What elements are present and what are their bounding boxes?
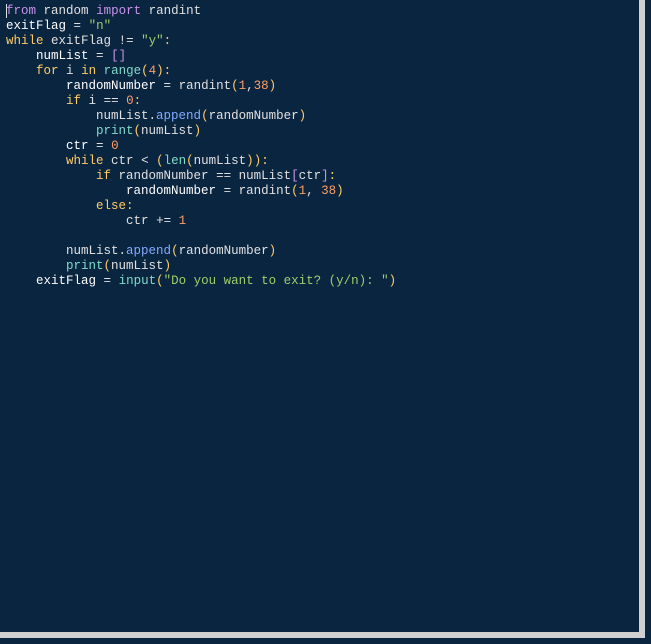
code-line-1: from random import randint [6,4,201,18]
code-line-5: for i in range(4): [6,64,171,78]
code-editor[interactable]: from random import randint exitFlag = "n… [0,0,645,638]
code-line-10: ctr = 0 [6,139,119,153]
code-line-17: print(numList) [6,259,171,273]
code-line-18: exitFlag = input("Do you want to exit? (… [6,274,396,288]
code-line-16: numList.append(randomNumber) [6,244,276,258]
code-line-7: if i == 0: [6,94,141,108]
code-line-13: randomNumber = randint(1, 38) [6,184,344,198]
code-line-15: ctr += 1 [6,214,186,228]
code-line-8: numList.append(randomNumber) [6,109,306,123]
code-line-2: exitFlag = "n" [6,19,111,33]
code-line-12: if randomNumber == numList[ctr]: [6,169,336,183]
code-line-4: numList = [] [6,49,126,63]
code-line-14: else: [6,199,134,213]
code-line-3: while exitFlag != "y": [6,34,171,48]
code-line-9: print(numList) [6,124,201,138]
code-line-11: while ctr < (len(numList)): [6,154,269,168]
code-line-6: randomNumber = randint(1,38) [6,79,276,93]
